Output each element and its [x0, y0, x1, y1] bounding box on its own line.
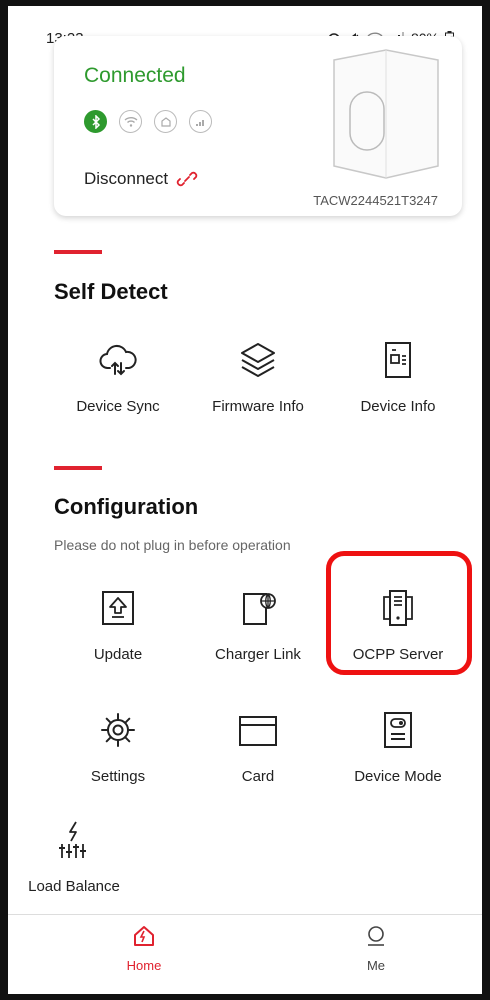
cloud-sync-icon [48, 338, 188, 382]
load-balance-icon [8, 818, 144, 862]
charger-link-button[interactable]: Charger Link [188, 586, 328, 663]
cellular-icon [189, 110, 212, 133]
card-icon [188, 708, 328, 752]
bottom-navigation: Home Me [8, 914, 482, 994]
connection-type-icons [84, 110, 212, 133]
device-mode-icon [328, 708, 468, 752]
document-icon [328, 338, 468, 382]
update-button[interactable]: Update [48, 586, 188, 663]
nav-me-label: Me [366, 958, 386, 973]
person-icon [368, 926, 384, 946]
disconnect-label: Disconnect [84, 169, 169, 188]
card-button[interactable]: Card [188, 708, 328, 785]
nav-me[interactable]: Me [316, 925, 436, 973]
nav-home[interactable]: Home [84, 925, 204, 973]
update-label: Update [93, 646, 143, 663]
gear-icon [48, 708, 188, 752]
app-screen: 13:23 80% Connected Di [0, 0, 490, 1000]
load-balance-button[interactable]: Load Balance [8, 818, 144, 895]
settings-label: Settings [90, 768, 146, 785]
connection-status: Connected [84, 64, 186, 87]
charger-link-label: Charger Link [215, 646, 301, 663]
device-info-button[interactable]: Device Info [328, 338, 468, 415]
configuration-note: Please do not plug in before operation [54, 537, 291, 553]
wifi-icon [119, 110, 142, 133]
device-sync-button[interactable]: Device Sync [48, 338, 188, 415]
ocpp-server-highlight [326, 551, 472, 675]
bluetooth-icon [84, 110, 107, 133]
home-icon [134, 926, 154, 946]
layers-icon [188, 338, 328, 382]
link-broken-icon [176, 171, 198, 187]
upload-icon [48, 586, 188, 630]
firmware-info-button[interactable]: Firmware Info [188, 338, 328, 415]
firmware-info-label: Firmware Info [212, 398, 304, 415]
device-serial-number: TACW2244521T3247 [313, 193, 438, 208]
device-info-label: Device Info [360, 398, 436, 415]
charger-illustration [333, 49, 439, 179]
self-detect-title: Self Detect [54, 279, 168, 304]
nav-home-label: Home [126, 958, 162, 973]
charger-link-icon [188, 586, 328, 630]
self-detect-accent-bar [54, 250, 102, 254]
device-mode-button[interactable]: Device Mode [328, 708, 468, 785]
configuration-accent-bar [54, 466, 102, 470]
settings-button[interactable]: Settings [48, 708, 188, 785]
card-label: Card [241, 768, 275, 785]
device-mode-label: Device Mode [354, 768, 442, 785]
disconnect-button[interactable]: Disconnect [84, 168, 198, 190]
load-balance-label: Load Balance [28, 878, 120, 895]
configuration-title: Configuration [54, 494, 199, 519]
ethernet-icon [154, 110, 177, 133]
device-sync-label: Device Sync [76, 398, 160, 415]
device-card: Connected Disconnect TACW2244521T3247 [54, 36, 462, 216]
